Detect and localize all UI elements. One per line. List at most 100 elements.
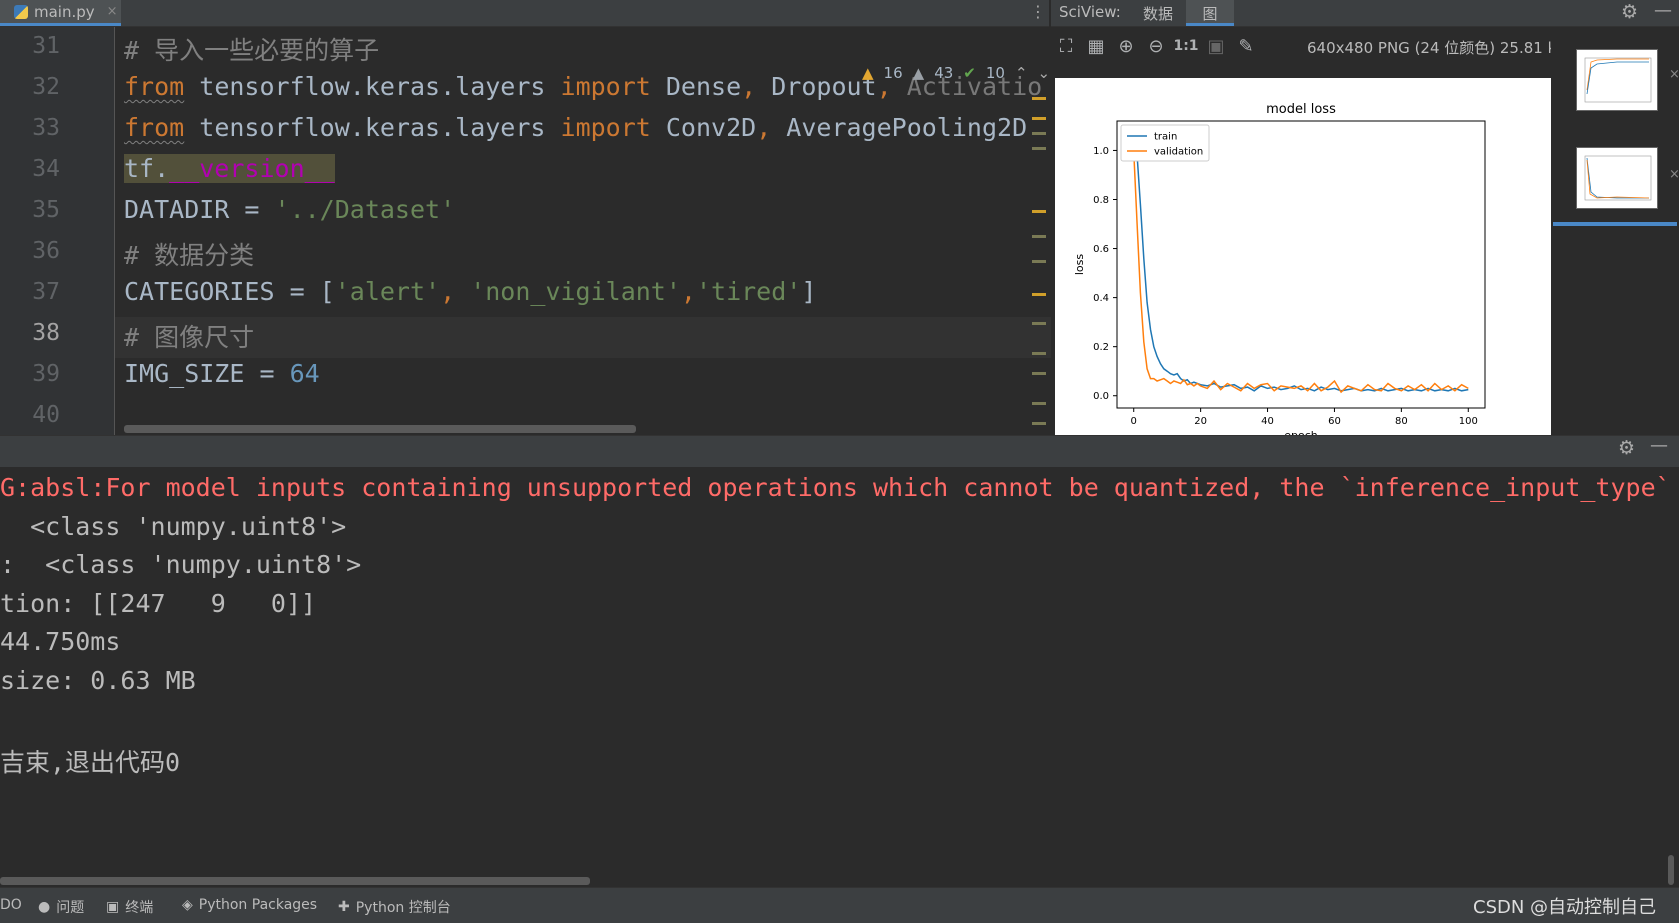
code-token: ,	[440, 277, 471, 306]
console-vertical-scrollbar[interactable]	[1668, 855, 1674, 885]
tool-window-header	[0, 435, 1679, 468]
code-token: # 数据分类	[124, 241, 255, 270]
code-editor[interactable]: 31 32 33 34 35 36 37 38 39 40 # 导入一些必要的算子 from ten…	[0, 27, 1051, 435]
plot-thumbnail[interactable]	[1576, 49, 1658, 111]
problems-tab[interactable]: ● 问题	[38, 897, 84, 917]
todo-tab[interactable]: DO	[0, 897, 22, 913]
stripe-marker[interactable]	[1032, 422, 1046, 425]
stripe-marker[interactable]	[1032, 352, 1046, 355]
close-icon[interactable]: ×	[107, 4, 118, 19]
line-number: 32	[32, 74, 60, 100]
terminal-icon: ▣	[106, 899, 120, 915]
python-console-label: Python 控制台	[355, 900, 451, 916]
python-icon: ✚	[338, 899, 350, 915]
console-line: : <class 'numpy.uint8'>	[0, 550, 362, 579]
grid-icon[interactable]: ▦	[1081, 36, 1111, 57]
error-stripe[interactable]	[1032, 97, 1046, 457]
tab-data[interactable]: 数据	[1143, 3, 1173, 24]
run-console[interactable]: G:absl:For model inputs containing unsup…	[0, 467, 1679, 887]
code-token: '../Dataset'	[274, 195, 456, 224]
inspection-widget[interactable]: ▲ 16 ▲ 43 ✔ 10 ⌃ ⌄	[862, 64, 1050, 82]
chevron-up-icon[interactable]: ⌃	[1015, 64, 1028, 82]
stripe-marker[interactable]	[1032, 402, 1046, 405]
tab-plots[interactable]: 图	[1186, 0, 1234, 26]
code-token: tensorflow.keras.layers	[184, 113, 561, 142]
stripe-marker[interactable]	[1032, 117, 1046, 120]
stripe-marker[interactable]	[1032, 132, 1046, 135]
minimize-icon[interactable]: —	[1650, 435, 1668, 456]
code-token: ,	[756, 113, 787, 142]
code-token: from	[124, 72, 185, 101]
actual-size-button[interactable]: 1:1	[1171, 38, 1201, 54]
stripe-marker[interactable]	[1032, 293, 1046, 296]
code-token: from	[124, 113, 185, 142]
stripe-marker[interactable]	[1032, 147, 1046, 150]
code-line: CATEGORIES = ['alert', 'non_vigilant','t…	[124, 277, 816, 306]
more-vertical-icon[interactable]: ⋮	[1030, 0, 1046, 24]
color-picker-icon[interactable]: ✎	[1231, 36, 1261, 57]
chevron-down-icon[interactable]: ⌄	[1038, 64, 1051, 82]
line-number: 40	[32, 402, 60, 428]
gear-icon[interactable]: ⚙	[1618, 437, 1635, 459]
y-tick-label: 0.8	[1093, 195, 1109, 206]
legend-label: validation	[1154, 147, 1203, 158]
plot-thumbnail[interactable]	[1576, 147, 1658, 209]
console-line: G:absl:For model inputs containing unsup…	[0, 473, 1671, 502]
zoom-in-icon[interactable]: ⊕	[1111, 36, 1141, 57]
sciview-title: SciView:	[1059, 3, 1121, 21]
python-file-icon	[14, 4, 28, 19]
zoom-out-icon[interactable]: ⊖	[1141, 36, 1171, 57]
code-token: import	[560, 72, 651, 101]
problems-label: 问题	[56, 900, 85, 916]
current-line-highlight	[115, 317, 1051, 358]
thumbnail-preview	[1584, 57, 1652, 103]
close-icon[interactable]: ×	[1669, 67, 1679, 82]
ok-count: 10	[985, 64, 1005, 82]
stripe-marker[interactable]	[1032, 260, 1046, 263]
tab-main-py[interactable]: main.py ×	[0, 0, 121, 26]
console-line: tion: [[247 9 0]]	[0, 588, 317, 618]
stripe-marker[interactable]	[1032, 372, 1046, 375]
line-number: 38	[32, 320, 60, 346]
thumbnail-preview	[1584, 155, 1652, 201]
x-tick-label: 60	[1328, 416, 1341, 427]
editor-tab-bar: main.py × ⋮	[0, 0, 1049, 27]
editor-horizontal-scrollbar[interactable]	[124, 425, 636, 433]
bottom-tool-bar: DO ● 问题 ▣ 终端 ◈ Python Packages ✚ Python 控制台 …	[0, 887, 1679, 923]
python-packages-tab[interactable]: ◈ Python Packages	[182, 897, 317, 913]
code-token: 'alert'	[334, 277, 441, 306]
info-icon: ●	[38, 899, 51, 915]
code-token: Dense	[650, 72, 742, 101]
plot-frame	[1116, 120, 1486, 409]
fit-to-window-icon[interactable]: ⛶	[1051, 36, 1081, 57]
stripe-marker[interactable]	[1032, 235, 1046, 238]
code-line: # 图像尺寸	[124, 318, 254, 354]
python-console-tab[interactable]: ✚ Python 控制台	[338, 897, 451, 917]
code-token: tf.	[124, 154, 170, 183]
minimize-icon[interactable]: —	[1654, 0, 1672, 21]
stripe-marker[interactable]	[1032, 97, 1046, 100]
console-horizontal-scrollbar[interactable]	[0, 877, 590, 885]
line-number: 39	[32, 361, 60, 387]
close-icon[interactable]: ×	[1669, 167, 1679, 182]
x-tick-label: 0	[1131, 416, 1137, 427]
code-line: IMG_SIZE = 64	[124, 359, 320, 388]
code-line: # 数据分类	[124, 236, 254, 272]
watermark: CSDN @自动控制自己	[1473, 897, 1657, 918]
y-tick-label: 0.2	[1093, 342, 1109, 353]
gear-icon[interactable]: ⚙	[1621, 1, 1638, 23]
terminal-label: 终端	[125, 900, 154, 916]
terminal-tab[interactable]: ▣ 终端	[106, 897, 153, 917]
line-number: 37	[32, 279, 60, 305]
background-icon[interactable]: ▣	[1201, 36, 1231, 57]
line-number: 33	[32, 115, 60, 141]
y-tick-label: 1.0	[1093, 146, 1109, 157]
stripe-marker[interactable]	[1032, 322, 1046, 325]
stripe-marker[interactable]	[1032, 210, 1046, 213]
code-token: import	[560, 113, 651, 142]
loss-chart: model loss 0 20 40 60 80 100 0.0 0.2 0.4 0.6 0.8 1.0…	[1073, 102, 1486, 442]
image-info: 640x480 PNG (24 位颜色) 25.81 kB	[1307, 39, 1567, 57]
code-token: ]	[801, 277, 817, 306]
code-token: ,	[680, 277, 696, 306]
tab-label: main.py	[34, 2, 95, 21]
